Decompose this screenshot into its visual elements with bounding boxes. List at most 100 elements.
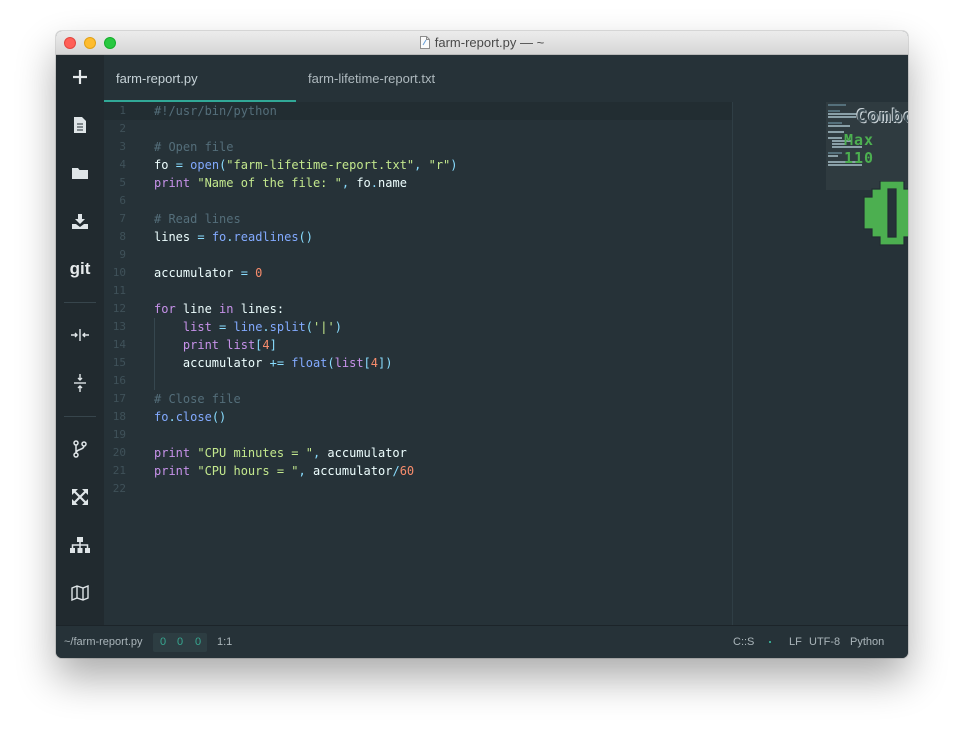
- line-number[interactable]: 13: [104, 318, 126, 336]
- tab-farm-report-py[interactable]: farm-report.py: [116, 55, 198, 102]
- line-number[interactable]: 8: [104, 228, 126, 246]
- line-number[interactable]: 2: [104, 120, 126, 138]
- code-line[interactable]: fo = open("farm-lifetime-report.txt", "r…: [154, 156, 458, 174]
- grammar-selector[interactable]: Python: [850, 626, 884, 658]
- line-number[interactable]: 3: [104, 138, 126, 156]
- open-file-button[interactable]: [56, 109, 104, 141]
- code-token: accumulator: [305, 464, 393, 478]
- code-token: print: [154, 464, 191, 478]
- code-line[interactable]: accumulator += float(list[4]): [154, 354, 393, 372]
- code-line[interactable]: #!/usr/bin/python: [154, 102, 277, 120]
- tab-farm-lifetime-report-txt[interactable]: farm-lifetime-report.txt: [308, 55, 435, 102]
- line-number[interactable]: 9: [104, 246, 126, 264]
- code-line[interactable]: # Close file: [154, 390, 241, 408]
- code-token: .: [168, 410, 176, 424]
- code-token: '|': [313, 320, 335, 334]
- diagnostics-counter[interactable]: 0 0 0: [153, 633, 207, 652]
- minimap-line: [828, 110, 840, 112]
- code-line[interactable]: print "CPU minutes = ", accumulator: [154, 444, 407, 462]
- code-line[interactable]: accumulator = 0: [154, 264, 262, 282]
- open-folder-button[interactable]: [56, 157, 104, 189]
- code-line[interactable]: print "CPU hours = ", accumulator/60: [154, 462, 414, 480]
- project-tree-button[interactable]: [56, 529, 104, 561]
- warning-count: 0: [177, 636, 184, 648]
- status-file-path[interactable]: ~/farm-report.py: [64, 626, 143, 658]
- code-token: =: [240, 266, 248, 280]
- line-number[interactable]: 18: [104, 408, 126, 426]
- line-number[interactable]: 11: [104, 282, 126, 300]
- save-button[interactable]: [56, 205, 104, 237]
- line-number[interactable]: 21: [104, 462, 126, 480]
- fullscreen-button[interactable]: [56, 481, 104, 513]
- download-icon: [72, 213, 88, 229]
- code-token: readlines: [233, 230, 299, 244]
- code-token: fo: [154, 410, 169, 424]
- code-line[interactable]: # Open file: [154, 138, 233, 156]
- code-token: "CPU minutes = ": [197, 446, 313, 460]
- line-number[interactable]: 22: [104, 480, 126, 498]
- code-token: # Close file: [154, 392, 241, 406]
- wrap-guide: [732, 102, 733, 625]
- code-token: ): [450, 158, 458, 172]
- code-token: list: [226, 338, 256, 352]
- code-token: close: [175, 410, 212, 424]
- code-line[interactable]: print list[4]: [154, 336, 277, 354]
- line-number[interactable]: 10: [104, 264, 126, 282]
- line-number[interactable]: 15: [104, 354, 126, 372]
- status-mode[interactable]: C::S: [733, 626, 754, 658]
- code-line[interactable]: for line in lines:: [154, 300, 284, 318]
- code-token: fo: [349, 176, 371, 190]
- line-number[interactable]: 5: [104, 174, 126, 192]
- code-token: "Name of the file: ": [197, 176, 342, 190]
- code-line[interactable]: print "Name of the file: ", fo.name: [154, 174, 407, 192]
- line-number[interactable]: 7: [104, 210, 126, 228]
- code-token: .: [226, 230, 234, 244]
- line-number[interactable]: 20: [104, 444, 126, 462]
- line-number[interactable]: 14: [104, 336, 126, 354]
- code-token: ]): [378, 356, 393, 370]
- branch-button[interactable]: [56, 433, 104, 465]
- minimap-line: [828, 152, 842, 154]
- code-token: (: [327, 356, 335, 370]
- combo-title: Combo: [856, 106, 908, 127]
- encoding-selector[interactable]: UTF-8: [809, 626, 840, 658]
- code-token: +=: [269, 356, 285, 370]
- line-number[interactable]: 19: [104, 426, 126, 444]
- new-file-button[interactable]: [56, 61, 104, 93]
- minimap-line: [828, 131, 844, 133]
- code-line[interactable]: list = line.split('|'): [154, 318, 342, 336]
- code-line[interactable]: # Read lines: [154, 210, 241, 228]
- cursor-position[interactable]: 1:1: [217, 626, 232, 658]
- code-line[interactable]: lines = fo.readlines(): [154, 228, 313, 246]
- combo-count-digit: [863, 181, 908, 246]
- git-icon: git: [69, 259, 91, 278]
- code-token: "farm-lifetime-report.txt": [226, 158, 415, 172]
- split-pane-horizontal-button[interactable]: [56, 319, 104, 351]
- minimap-toggle-button[interactable]: [56, 577, 104, 609]
- minimap-line: [828, 116, 856, 118]
- code-token: "r": [428, 158, 451, 172]
- code-line[interactable]: fo.close(): [154, 408, 226, 426]
- line-number[interactable]: 16: [104, 372, 126, 390]
- line-ending-selector[interactable]: LF: [789, 626, 802, 658]
- folder-icon: [72, 168, 88, 179]
- line-number[interactable]: 6: [104, 192, 126, 210]
- git-button[interactable]: git: [56, 253, 104, 285]
- minimap-line: [828, 125, 850, 127]
- split-pane-vertical-button[interactable]: [56, 367, 104, 399]
- file-icon: [74, 117, 86, 133]
- code-editor[interactable]: 1 2 3 4 5 6 7 8 9 10 11 12 13 14 15 16 17 18 19 20 21 22 #!/u…: [104, 102, 908, 625]
- code-token: /: [392, 464, 400, 478]
- line-number[interactable]: 1: [104, 102, 126, 120]
- title-bar: farm-report.py — ~: [56, 31, 908, 55]
- code-token: .: [262, 320, 270, 334]
- line-number[interactable]: 17: [104, 390, 126, 408]
- status-bar: ~/farm-report.py 0 0 0 1:1 C::S LF UTF-8…: [56, 625, 908, 658]
- line-number[interactable]: 12: [104, 300, 126, 318]
- line-number-gutter[interactable]: 1 2 3 4 5 6 7 8 9 10 11 12 13 14 15 16 17 18 19 20 21 22: [104, 102, 148, 625]
- code-token: [: [363, 356, 371, 370]
- line-number[interactable]: 4: [104, 156, 126, 174]
